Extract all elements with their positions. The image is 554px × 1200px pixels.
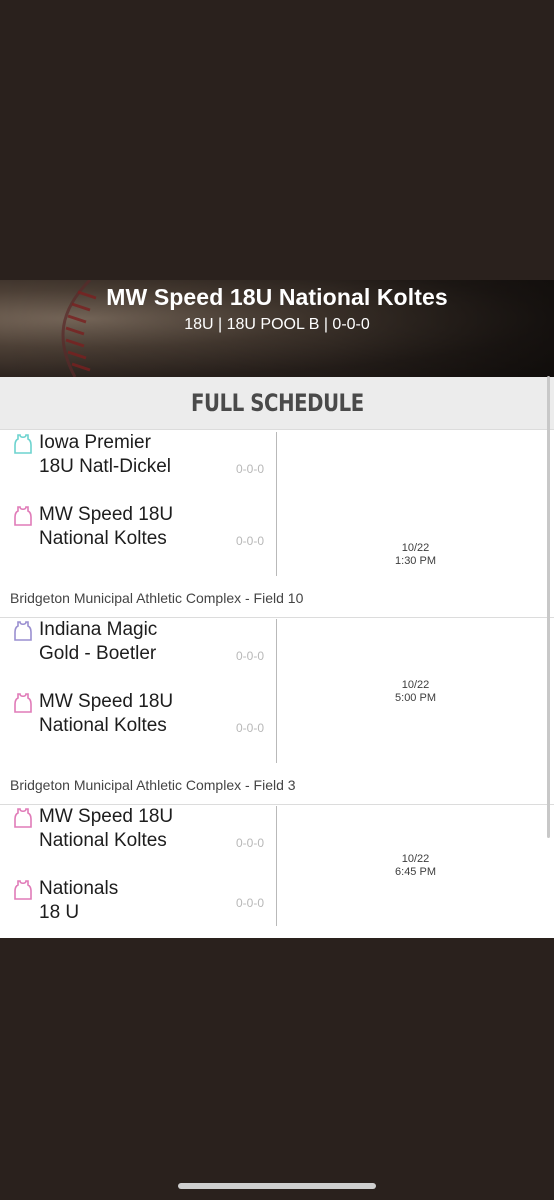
away-team[interactable]: Indiana Magic Gold - Boetler 0-0-0	[0, 618, 276, 690]
game-card[interactable]: MW Speed 18U National Koltes 0-0-0 Natio…	[0, 805, 554, 939]
schedule-panel: FULL SCHEDULE Iowa Premier 18U Natl-Dick…	[0, 377, 554, 938]
team-title: MW Speed 18U National Koltes	[106, 284, 448, 310]
game-date: 10/22	[401, 542, 430, 554]
team-name: MW Speed 18U National Koltes	[39, 806, 174, 851]
away-team[interactable]: MW Speed 18U National Koltes 0-0-0	[0, 805, 276, 877]
scrollbar[interactable]	[547, 376, 550, 838]
game-time: 1:30 PM	[395, 555, 436, 567]
home-indicator[interactable]	[178, 1183, 376, 1189]
team-record: 0-0-0	[236, 649, 265, 663]
game-card[interactable]: Iowa Premier 18U Natl-Dickel 0-0-0 MW Sp…	[0, 431, 554, 618]
game-card[interactable]: Indiana Magic Gold - Boetler 0-0-0 MW Sp…	[0, 618, 554, 805]
game-location[interactable]: Bridgeton Municipal Athletic Complex - F…	[0, 579, 303, 617]
team-record: 0-0-0	[236, 462, 265, 476]
jersey-icon	[12, 880, 34, 900]
section-header: FULL SCHEDULE	[0, 377, 554, 430]
team-name: MW Speed 18U National Koltes	[39, 504, 174, 549]
game-time: 6:45 PM	[395, 866, 436, 878]
jersey-icon	[12, 808, 34, 828]
team-record: 0-0-0	[236, 721, 265, 735]
team-record: 0-0-0	[236, 896, 265, 910]
jersey-icon	[12, 434, 34, 454]
jersey-icon	[12, 621, 34, 641]
team-record: 0-0-0	[236, 534, 265, 548]
jersey-icon	[12, 693, 34, 713]
team-record: 0-0-0	[236, 836, 265, 850]
game-datetime: 10/22 1:30 PM	[277, 542, 554, 568]
away-team[interactable]: Iowa Premier 18U Natl-Dickel 0-0-0	[0, 431, 276, 503]
game-location[interactable]: Bridgeton Municipal Athletic Complex - F…	[0, 766, 296, 804]
game-time: 5:00 PM	[395, 692, 436, 704]
team-header: MW Speed 18U National Koltes 18U | 18U P…	[0, 280, 554, 377]
home-team[interactable]: Nationals 18 U 0-0-0	[0, 877, 276, 927]
game-datetime: 10/22 5:00 PM	[277, 679, 554, 705]
jersey-icon	[12, 506, 34, 526]
game-date: 10/22	[401, 853, 430, 865]
team-name: MW Speed 18U National Koltes	[39, 691, 174, 736]
game-date: 10/22	[401, 679, 430, 691]
section-title: FULL SCHEDULE	[190, 389, 364, 417]
top-blank-area	[0, 0, 554, 280]
team-subtitle: 18U | 18U POOL B | 0-0-0	[184, 316, 370, 333]
team-name: Indiana Magic Gold - Boetler	[39, 619, 158, 664]
team-name: Iowa Premier 18U Natl-Dickel	[39, 432, 171, 477]
game-datetime: 10/22 6:45 PM	[277, 853, 554, 879]
home-team[interactable]: MW Speed 18U National Koltes 0-0-0	[0, 690, 276, 762]
team-name: Nationals 18 U	[39, 878, 119, 923]
home-team[interactable]: MW Speed 18U National Koltes 0-0-0	[0, 503, 276, 575]
